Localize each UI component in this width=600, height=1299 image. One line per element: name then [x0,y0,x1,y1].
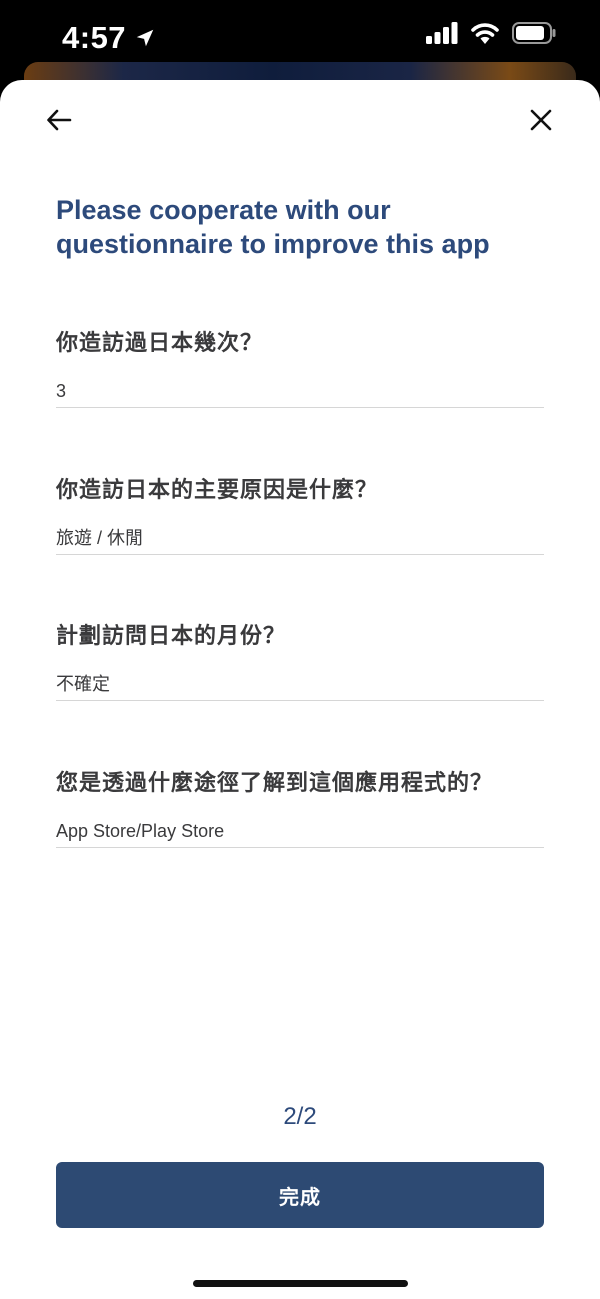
back-button[interactable] [41,104,77,140]
home-indicator[interactable] [193,1280,408,1287]
question-label: 您是透過什麼途徑了解到這個應用程式的？ [56,770,494,795]
status-icons [426,22,556,49]
question-visit-count: 你造訪過日本幾次？ 3 [56,328,544,408]
location-arrow-icon [134,27,156,49]
status-time: 4:57 [62,20,127,55]
question-app-source: 您是透過什麼途徑了解到這個應用程式的？ App Store/Play Store [56,768,544,848]
screen: 4:57 Please cooperate with our questionn… [0,0,600,1299]
question-visit-month: 計劃訪問日本的月份？ 不確定 [56,621,544,701]
answer-field[interactable]: 3 [56,379,544,408]
close-button[interactable] [523,104,559,140]
status-bar: 4:57 [0,0,600,70]
answer-field[interactable]: 不確定 [56,672,544,701]
wifi-icon [470,22,500,49]
page-title: Please cooperate with our questionnaire … [56,195,490,259]
status-time-group: 4:57 [62,20,156,56]
question-visit-reason: 你造訪日本的主要原因是什麼？ 旅遊 / 休閒 [56,475,544,555]
question-label: 你造訪日本的主要原因是什麼？ [56,477,379,502]
question-label: 計劃訪問日本的月份？ [56,623,287,648]
answer-field[interactable]: 旅遊 / 休閒 [56,526,544,555]
battery-icon [512,22,556,49]
question-label: 你造訪過日本幾次？ [56,330,264,355]
close-icon [529,108,553,137]
cellular-signal-icon [426,22,458,49]
questionnaire-sheet: Please cooperate with our questionnaire … [0,80,600,1299]
arrow-left-icon [46,107,72,138]
done-button[interactable]: 完成 [56,1162,544,1228]
page-indicator: 2/2 [283,1103,317,1130]
answer-field[interactable]: App Store/Play Store [56,819,544,848]
